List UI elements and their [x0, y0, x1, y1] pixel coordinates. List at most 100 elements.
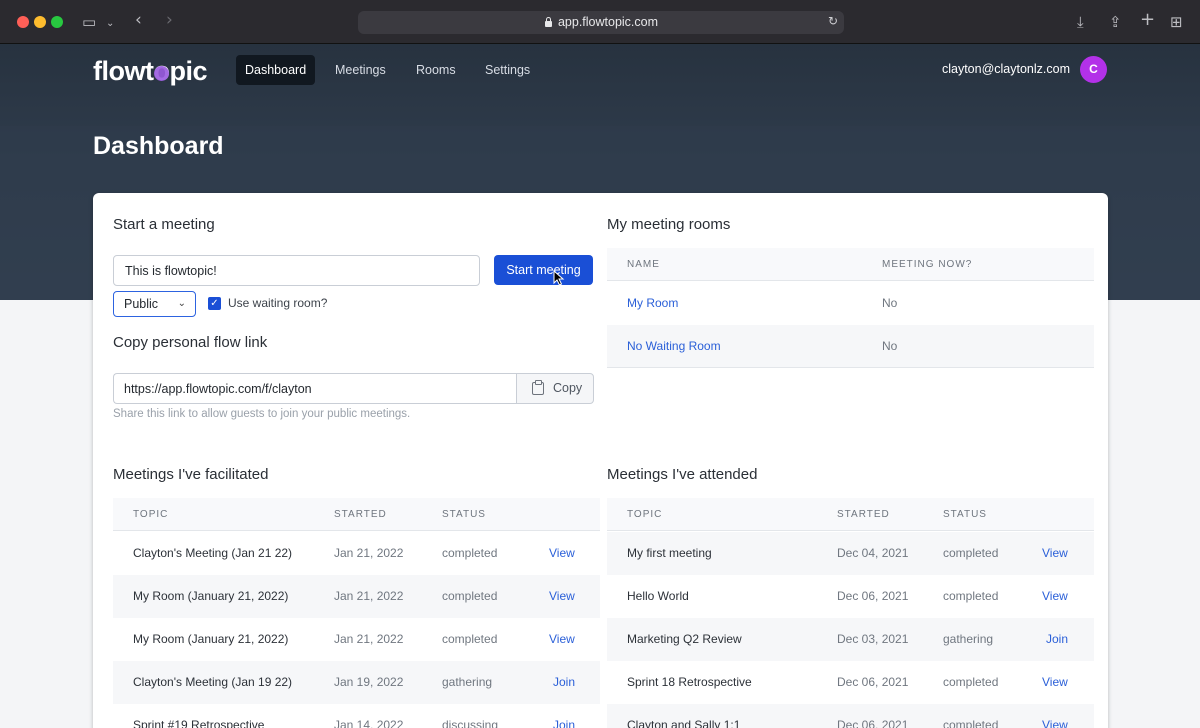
meeting-status: completed	[943, 675, 999, 689]
table-row: My Room (January 21, 2022) Jan 21, 2022 …	[113, 618, 600, 661]
view-link[interactable]: View	[1042, 704, 1068, 728]
flow-link-input[interactable]	[113, 373, 517, 404]
lock-icon	[544, 17, 553, 27]
clipboard-icon	[532, 380, 544, 395]
meeting-topic: My first meeting	[627, 546, 712, 560]
address-bar[interactable]: app.flowtopic.com ↻	[358, 11, 844, 34]
start-meeting-button[interactable]: Start meeting	[494, 255, 593, 285]
room-link[interactable]: My Room	[627, 282, 678, 325]
join-link[interactable]: Join	[1046, 618, 1068, 661]
visibility-select[interactable]: Public ⌄	[113, 291, 196, 317]
meeting-status: completed	[943, 546, 999, 560]
facilitated-heading: Meetings I've facilitated	[113, 466, 269, 483]
meeting-status: gathering	[943, 632, 994, 646]
meeting-started: Dec 06, 2021	[837, 589, 909, 603]
start-meeting-heading: Start a meeting	[113, 216, 215, 233]
nav-meetings[interactable]: Meetings	[326, 55, 395, 85]
attended-table: Topic Started Status My first meeting De…	[607, 498, 1094, 728]
rooms-table: Name Meeting now? My Room No No Waiting …	[607, 248, 1094, 369]
rooms-heading: My meeting rooms	[607, 216, 731, 233]
user-email[interactable]: clayton@claytonlz.com	[942, 62, 1070, 76]
column-header: Started	[334, 509, 387, 520]
meeting-topic: My Room (January 21, 2022)	[133, 632, 289, 646]
copy-button[interactable]: Copy	[516, 373, 594, 404]
join-link[interactable]: Join	[553, 661, 575, 704]
facilitated-table: Topic Started Status Clayton's Meeting (…	[113, 498, 600, 728]
waiting-room-checkbox[interactable]: ✓	[208, 297, 221, 310]
minimize-window-button[interactable]	[34, 16, 46, 28]
meeting-status: completed	[442, 589, 498, 603]
logo[interactable]: flowtopic	[93, 56, 207, 87]
table-row: Clayton and Sally 1:1 Dec 06, 2021 compl…	[607, 704, 1094, 728]
reload-icon[interactable]: ↻	[828, 14, 838, 28]
column-header: Started	[837, 509, 890, 520]
attended-heading: Meetings I've attended	[607, 466, 758, 483]
meeting-started: Jan 21, 2022	[334, 546, 404, 560]
meeting-started: Jan 21, 2022	[334, 632, 404, 646]
download-icon[interactable]: ⤓	[1077, 12, 1084, 32]
meeting-started: Dec 06, 2021	[837, 718, 909, 728]
table-row: My Room No	[607, 282, 1094, 325]
meeting-status: completed	[943, 718, 999, 728]
nav-dashboard[interactable]: Dashboard	[236, 55, 316, 85]
view-link[interactable]: View	[549, 532, 575, 575]
meeting-started: Dec 04, 2021	[837, 546, 909, 560]
table-header: Topic Started Status	[607, 498, 1094, 531]
room-status: No	[882, 296, 898, 310]
forward-icon[interactable]: ›	[166, 10, 173, 30]
nav-rooms[interactable]: Rooms	[407, 55, 465, 85]
meeting-status: completed	[943, 589, 999, 603]
view-link[interactable]: View	[549, 575, 575, 618]
app-page: flowtopic Dashboard Meetings Rooms Setti…	[0, 44, 1200, 728]
table-row: No Waiting Room No	[607, 325, 1094, 368]
meeting-topic: Sprint #19 Retrospective	[133, 718, 265, 728]
meeting-topic: Clayton and Sally 1:1	[627, 718, 741, 728]
meeting-started: Dec 03, 2021	[837, 632, 909, 646]
column-header: Status	[943, 509, 987, 520]
view-link[interactable]: View	[549, 618, 575, 661]
table-row: Sprint 18 Retrospective Dec 06, 2021 com…	[607, 661, 1094, 704]
visibility-value: Public	[124, 297, 159, 311]
meeting-topic: Hello World	[627, 589, 689, 603]
column-header: Topic	[133, 509, 169, 520]
flow-link-heading: Copy personal flow link	[113, 334, 268, 351]
room-link[interactable]: No Waiting Room	[627, 325, 721, 368]
meeting-started: Jan 21, 2022	[334, 589, 404, 603]
tab-overview-icon[interactable]: ⊞	[1170, 12, 1183, 32]
table-row: Clayton's Meeting (Jan 21 22) Jan 21, 20…	[113, 532, 600, 575]
share-icon[interactable]: ⇪	[1109, 12, 1122, 32]
meeting-topic: Sprint 18 Retrospective	[627, 675, 752, 689]
view-link[interactable]: View	[1042, 575, 1068, 618]
close-window-button[interactable]	[17, 16, 29, 28]
join-link[interactable]: Join	[553, 704, 575, 728]
column-header: Meeting now?	[882, 259, 973, 270]
browser-toolbar: ▭ ⌄ ‹ › app.flowtopic.com ↻ ⤓ ⇪ + ⊞	[0, 0, 1200, 44]
table-row: Clayton's Meeting (Jan 19 22) Jan 19, 20…	[113, 661, 600, 704]
table-row: Sprint #19 Retrospective Jan 14, 2022 di…	[113, 704, 600, 728]
view-link[interactable]: View	[1042, 532, 1068, 575]
copy-label: Copy	[553, 381, 583, 395]
table-row: Hello World Dec 06, 2021 completed View	[607, 575, 1094, 618]
sidebar-icon[interactable]: ▭	[82, 12, 96, 32]
column-header: Topic	[627, 509, 663, 520]
new-tab-icon[interactable]: +	[1140, 10, 1155, 30]
waiting-room-label[interactable]: Use waiting room?	[228, 296, 327, 310]
dashboard-card: Start a meeting Start meeting Public ⌄ ✓…	[93, 193, 1108, 728]
zoom-window-button[interactable]	[51, 16, 63, 28]
meeting-topic: Clayton's Meeting (Jan 21 22)	[133, 546, 293, 560]
meeting-status: discussing	[442, 718, 499, 728]
table-header: Topic Started Status	[113, 498, 600, 531]
column-header: Name	[627, 259, 660, 270]
chevron-down-icon[interactable]: ⌄	[106, 14, 114, 34]
meeting-topic-input[interactable]	[113, 255, 480, 286]
meeting-status: completed	[442, 632, 498, 646]
avatar[interactable]: C	[1080, 56, 1107, 83]
view-link[interactable]: View	[1042, 661, 1068, 704]
table-row: My first meeting Dec 04, 2021 completed …	[607, 532, 1094, 575]
meeting-status: gathering	[442, 675, 493, 689]
mouse-cursor-icon	[553, 270, 565, 286]
nav-settings[interactable]: Settings	[476, 55, 539, 85]
flow-link-helper: Share this link to allow guests to join …	[113, 408, 411, 420]
column-header: Status	[442, 509, 486, 520]
back-icon[interactable]: ‹	[135, 10, 142, 30]
